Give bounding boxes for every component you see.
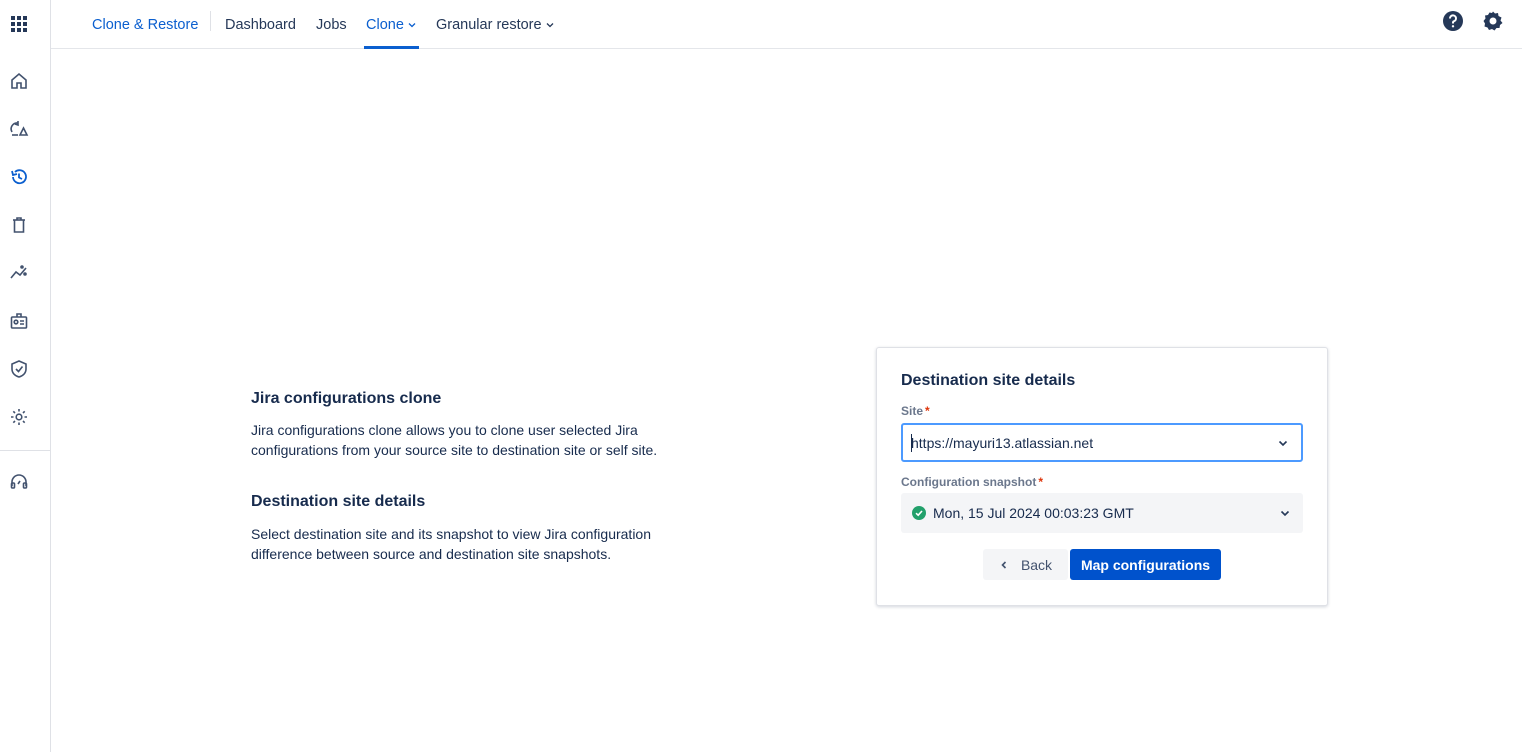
snapshot-value: Mon, 15 Jul 2024 00:03:23 GMT [933, 505, 1134, 521]
nav-dashboard[interactable]: Dashboard [225, 0, 296, 49]
nav-divider [210, 11, 211, 31]
snapshot-select[interactable]: Mon, 15 Jul 2024 00:03:23 GMT [901, 493, 1303, 533]
chevron-left-icon [1001, 560, 1007, 569]
required-mark: * [1038, 475, 1043, 489]
chevron-down-icon[interactable] [1277, 437, 1289, 449]
intro-title: Jira configurations clone [251, 390, 442, 407]
home-icon[interactable] [6, 68, 32, 94]
chevron-down-icon [408, 22, 416, 27]
chevron-down-icon [546, 22, 554, 27]
top-navigation: Clone & Restore Dashboard Jobs Clone Gra… [51, 0, 1522, 49]
chevron-down-icon[interactable] [1279, 507, 1291, 519]
analytics-icon[interactable] [6, 260, 32, 286]
left-sidebar [0, 0, 51, 752]
sidebar-divider [0, 450, 50, 451]
support-icon[interactable] [6, 469, 32, 495]
map-configurations-button[interactable]: Map configurations [1070, 549, 1221, 580]
nav-jobs[interactable]: Jobs [316, 0, 347, 49]
brand-link[interactable]: Clone & Restore [92, 0, 198, 49]
snapshot-label: Configuration snapshot * [901, 475, 1043, 489]
nav-granular-restore-label: Granular restore [436, 16, 542, 33]
intro-subdescription: Select destination site and its snapshot… [251, 526, 652, 562]
site-label-text: Site [901, 404, 924, 418]
text-caret [911, 434, 912, 452]
nav-clone-label: Clone [366, 16, 404, 33]
back-button-label: Back [1020, 556, 1053, 573]
settings-icon[interactable] [6, 404, 32, 430]
intro-subtitle: Destination site details [251, 493, 426, 510]
id-card-icon[interactable] [6, 308, 32, 334]
trash-icon[interactable] [6, 212, 32, 238]
site-label: Site * [901, 404, 930, 418]
app-grid-icon[interactable] [6, 11, 32, 37]
backup-restore-icon[interactable] [6, 116, 32, 142]
check-circle-icon [912, 506, 926, 520]
destination-card: Destination site details Site * https://m… [876, 347, 1328, 606]
shield-check-icon[interactable] [6, 356, 32, 382]
help-icon[interactable] [1442, 10, 1464, 32]
back-button[interactable]: Back [983, 549, 1068, 580]
card-title: Destination site details [901, 372, 1076, 389]
site-select[interactable]: https://mayuri13.atlassian.net [901, 423, 1303, 462]
settings-gear-icon[interactable] [1482, 10, 1504, 32]
nav-granular-restore[interactable]: Granular restore [436, 0, 555, 49]
history-icon[interactable] [6, 164, 32, 190]
site-value: https://mayuri13.atlassian.net [911, 434, 1094, 451]
nav-clone[interactable]: Clone [364, 0, 419, 49]
intro-section: Jira configurations clone Jira configura… [251, 390, 691, 564]
required-mark: * [925, 404, 930, 418]
intro-description: Jira configurations clone allows you to … [251, 422, 658, 458]
snapshot-label-text: Configuration snapshot [901, 475, 1037, 489]
